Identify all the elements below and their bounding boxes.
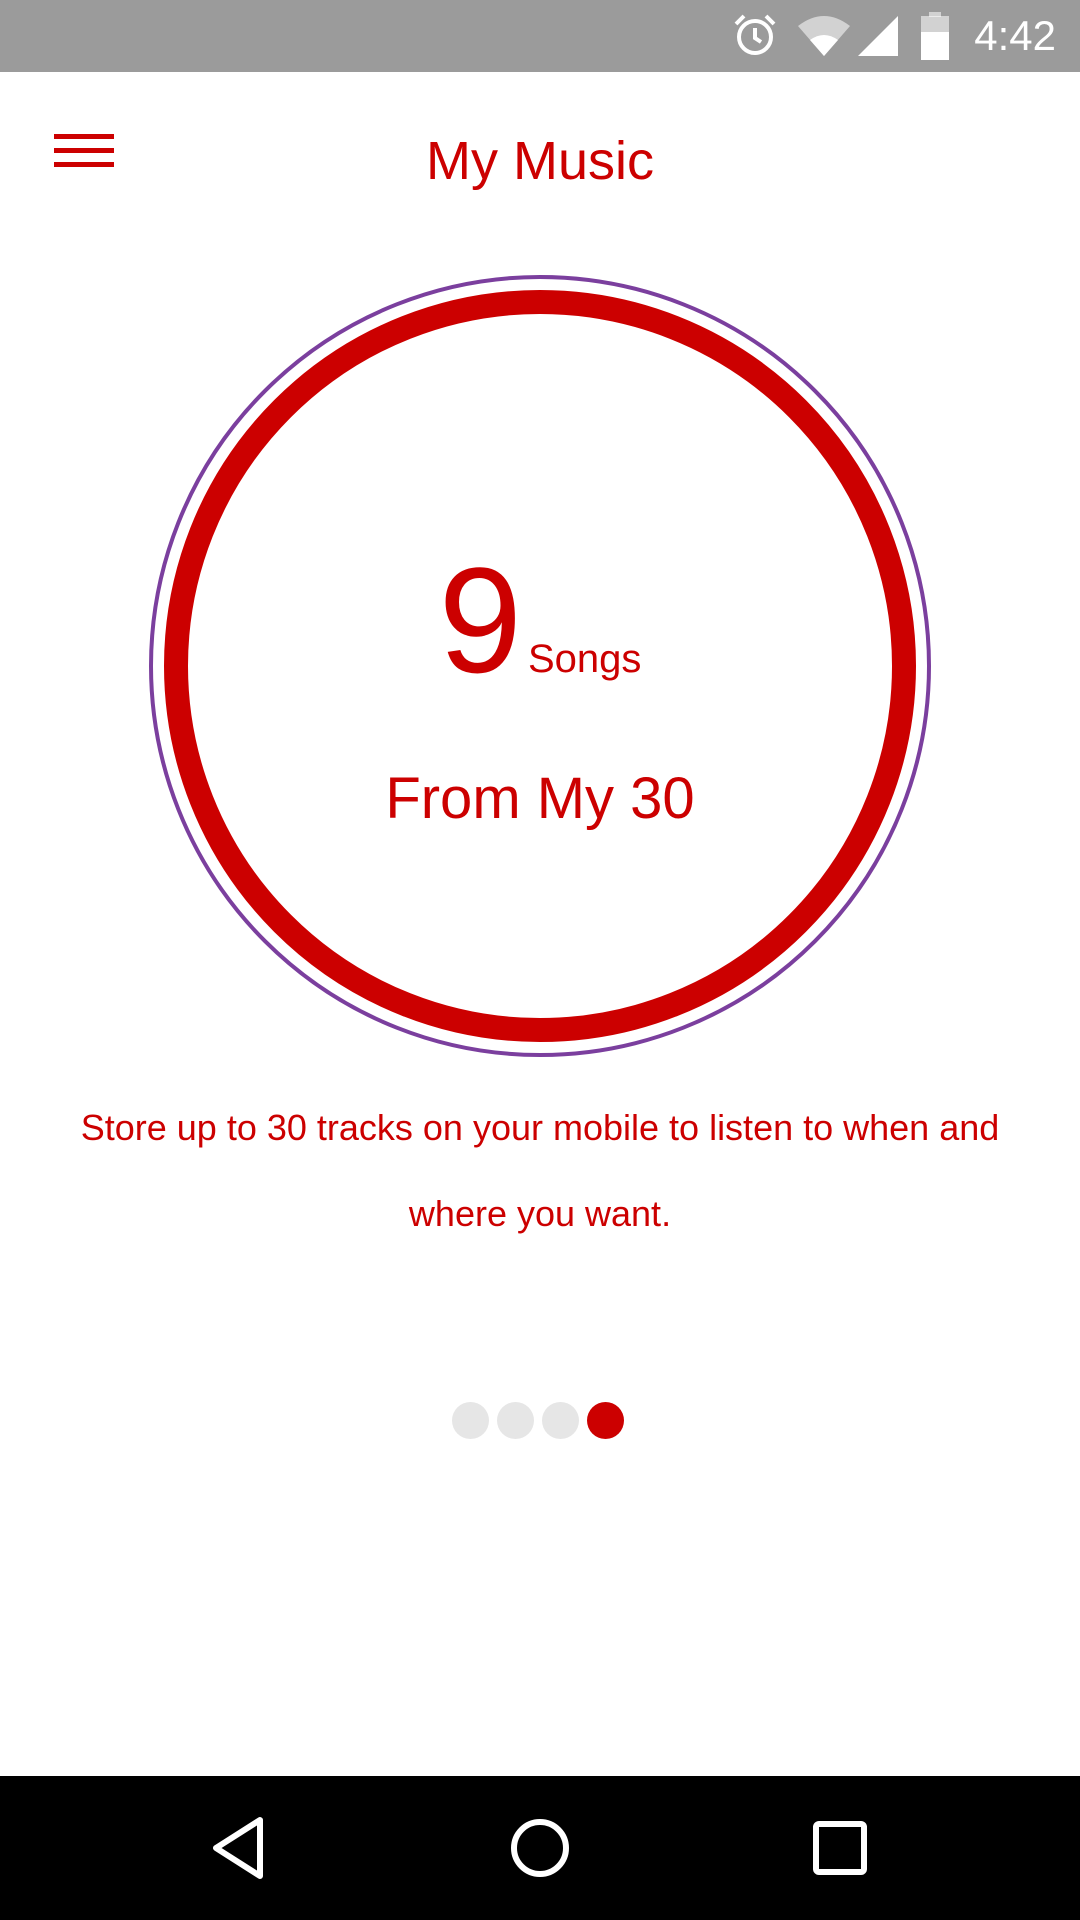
status-time: 4:42 — [974, 12, 1056, 59]
battery-icon — [921, 12, 949, 60]
back-icon[interactable] — [204, 1812, 276, 1884]
song-count-unit: Songs — [528, 637, 642, 681]
page-title: My Music — [426, 131, 654, 191]
app-bar: My Music — [0, 72, 1080, 248]
home-icon[interactable] — [504, 1812, 576, 1884]
description-text: Store up to 30 tracks on your mobile to … — [80, 1107, 1000, 1234]
navigation-bar — [0, 1776, 1080, 1920]
page-dot-2[interactable] — [497, 1402, 534, 1439]
wifi-icon — [798, 16, 850, 56]
page-dot-4-active[interactable] — [587, 1402, 624, 1439]
page-dot-1[interactable] — [452, 1402, 489, 1439]
page-dot-3[interactable] — [542, 1402, 579, 1439]
page-indicator — [452, 1402, 624, 1440]
screen: 4:42 My Music 9 Songs From My 30 Store up… — [0, 0, 1080, 1920]
recents-icon[interactable] — [804, 1812, 876, 1884]
signal-icon — [858, 16, 898, 56]
limit-subtitle: From My 30 — [385, 766, 695, 831]
status-bar: 4:42 — [0, 0, 1080, 72]
song-count-number: 9 — [438, 536, 522, 704]
song-count: 9 Songs — [0, 545, 1080, 695]
alarm-icon — [734, 14, 776, 55]
